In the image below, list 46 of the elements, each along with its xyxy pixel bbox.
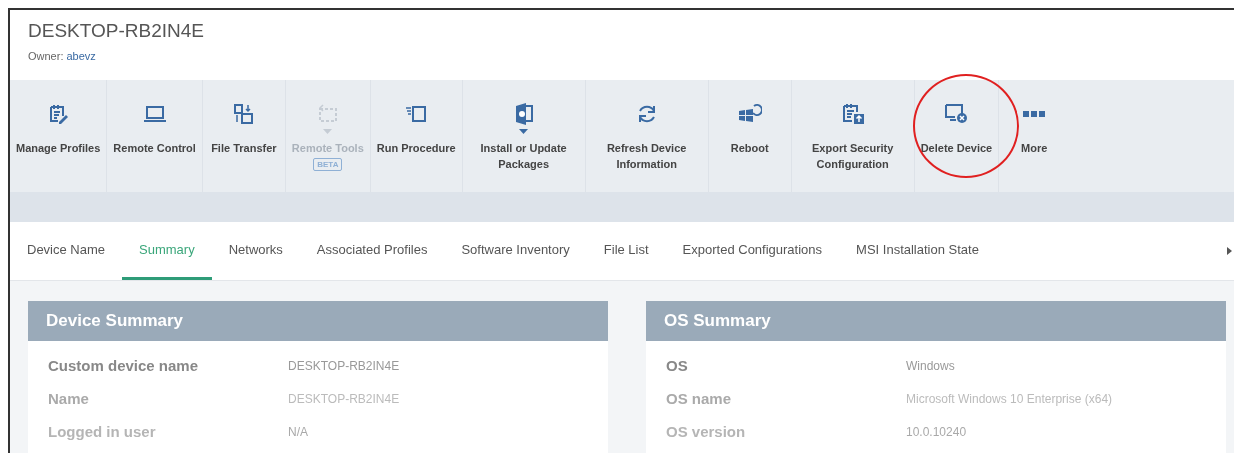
folders-icon	[232, 103, 255, 125]
toolbar-button[interactable]: Remote Control	[107, 80, 202, 192]
toolbar-button[interactable]: Run Procedure	[370, 80, 462, 192]
clipboard-upload-icon	[840, 102, 865, 126]
windows-refresh-icon	[737, 103, 762, 125]
tab[interactable]: Exported Configurations	[665, 222, 840, 280]
beta-badge: BETA	[313, 158, 343, 171]
owner-link[interactable]: abevz	[66, 50, 96, 62]
window-icon	[316, 103, 339, 125]
square-lines-icon	[405, 105, 428, 123]
field-label: Logged in user	[48, 423, 157, 440]
tab[interactable]: Software Inventory	[444, 222, 587, 280]
scroll-right-icon[interactable]	[1227, 247, 1232, 255]
toolbar-button[interactable]: Refresh Device Information	[585, 80, 708, 192]
field-label: OS name	[666, 390, 733, 407]
toolbar-button[interactable]: Reboot	[708, 80, 791, 192]
toolbar-button[interactable]: Manage Profiles	[10, 80, 107, 192]
field-value: N/A	[288, 424, 308, 439]
toolbar-button[interactable]: Export Security Configuration	[791, 80, 914, 192]
field-value: DESKTOP-RB2IN4E	[288, 358, 400, 373]
field-label: OS	[666, 357, 689, 374]
tab[interactable]: Device Name	[10, 222, 123, 280]
toolbar-button[interactable]: More	[1009, 80, 1060, 192]
field-label: OS version	[666, 423, 747, 440]
field-value: Microsoft Windows 10 Enterprise (x64)	[906, 391, 1113, 406]
tab[interactable]: Networks	[211, 222, 300, 280]
tab[interactable]: File List	[586, 222, 666, 280]
package-icon	[513, 102, 534, 126]
field-value: DESKTOP-RB2IN4E	[288, 391, 400, 406]
device-title: DESKTOP-RB2IN4E	[28, 20, 205, 42]
clipboard-pen-icon	[47, 103, 70, 125]
toolbar-button[interactable]: Install or Update Packages	[462, 80, 585, 192]
toolbar-button[interactable]: Delete Device	[914, 80, 999, 192]
toolbar-button[interactable]: File Transfer	[202, 80, 285, 192]
field-value: 10.0.10240	[906, 424, 967, 439]
laptop-icon	[142, 105, 167, 123]
panel-header: OS Summary	[646, 301, 1226, 341]
tab[interactable]: Associated Profiles	[299, 222, 445, 280]
tab[interactable]: MSI Installation State	[839, 222, 996, 280]
owner-label: Owner:	[28, 50, 64, 62]
panel-header: Device Summary	[28, 301, 608, 341]
field-label: Name	[48, 390, 90, 407]
monitor-delete-icon	[944, 103, 969, 125]
field-label: Custom device name	[48, 357, 200, 374]
more-icon	[1023, 110, 1046, 118]
field-value: Windows	[906, 358, 955, 373]
